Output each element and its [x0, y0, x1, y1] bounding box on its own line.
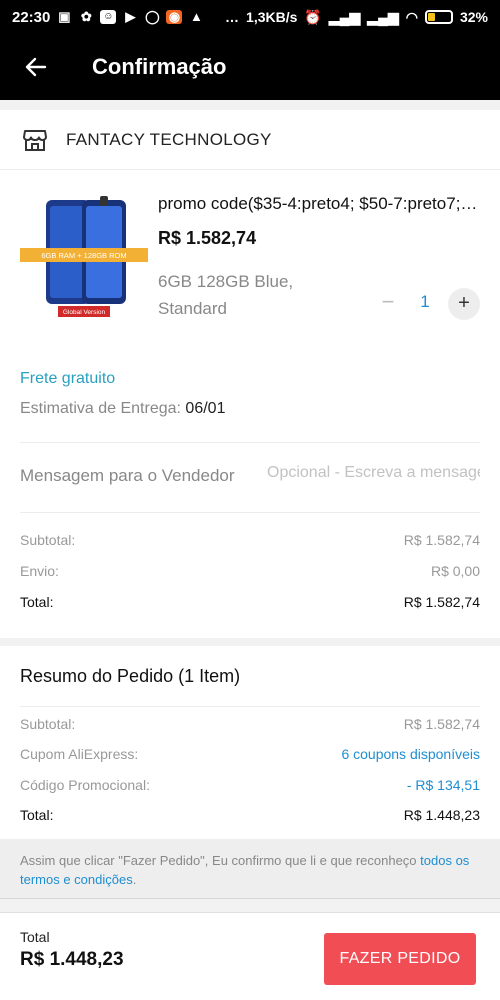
store-total-row: Total: R$ 1.582,74	[20, 594, 480, 610]
summary-coupon-row[interactable]: Cupom AliExpress: 6 coupons disponíveis	[20, 746, 480, 762]
product-price: R$ 1.582,74	[158, 228, 257, 248]
row-label: Código Promocional:	[20, 777, 150, 793]
row-value: R$ 1.448,23	[403, 807, 480, 823]
row-label: Cupom AliExpress:	[20, 746, 139, 762]
alarm-icon: ⏰	[304, 8, 322, 25]
terms-end: .	[132, 872, 137, 887]
promo-code-value[interactable]: - R$ 134,51	[407, 777, 480, 793]
aliexpress-icon: ◉	[166, 10, 183, 24]
more-icon: …	[225, 9, 240, 25]
variant-line-1: 6GB 128GB Blue,	[158, 272, 294, 291]
status-bar: 22:30 ▣ ✿ ☺ ▶ ◯ ◉ ▲ … 1,3KB/s ⏰ ▂▄▆ ▂▄▆ …	[0, 0, 500, 34]
youtube-icon: ▶	[125, 9, 136, 24]
delivery-estimate-label: Estimativa de Entrega:	[20, 400, 186, 417]
checkout-bar: Total R$ 1.448,23 FAZER PEDIDO	[0, 912, 500, 1000]
signal-icon: ▂▄▆	[328, 8, 361, 25]
back-button[interactable]	[0, 34, 72, 100]
store-shipping-row: Envio: R$ 0,00	[20, 563, 480, 579]
summary-total-row: Total: R$ 1.448,23	[20, 807, 480, 823]
variant-line-2: Standard	[158, 299, 227, 318]
page-title: Confirmação	[92, 54, 227, 79]
product-card: 6GB RAM + 128GB ROM Global Version promo…	[0, 170, 500, 638]
row-value: R$ 1.582,74	[403, 716, 480, 732]
product-name[interactable]: promo code($35-4:preto4; $50-7:preto7; .…	[158, 194, 480, 214]
notification-icon: ▣	[58, 9, 71, 24]
bottom-total-label: Total	[20, 929, 50, 945]
terms-text: Assim que clicar "Fazer Pedido", Eu conf…	[20, 853, 421, 868]
app-icon: ✿	[80, 9, 92, 24]
row-value: R$ 1.582,74	[403, 532, 480, 548]
summary-promo-code-row[interactable]: Código Promocional: - R$ 134,51	[20, 777, 480, 793]
store-subtotal-row: Subtotal: R$ 1.582,74	[20, 532, 480, 548]
divider	[20, 442, 480, 443]
row-label: Subtotal:	[20, 532, 76, 548]
order-summary: Resumo do Pedido (1 Item) Subtotal: R$ 1…	[0, 646, 500, 839]
signal-icon-2: ▂▄▆	[367, 8, 399, 25]
network-speed: 1,3KB/s	[246, 9, 298, 25]
product-thumbnail[interactable]: 6GB RAM + 128GB ROM Global Version	[20, 194, 148, 322]
place-order-button[interactable]: FAZER PEDIDO	[324, 933, 476, 985]
row-value: R$ 1.582,74	[403, 594, 480, 610]
store-icon	[23, 129, 47, 151]
thumbnail-footer-text: Global Version	[63, 309, 106, 316]
free-shipping-label[interactable]: Frete gratuito	[20, 370, 115, 388]
status-time: 22:30	[12, 8, 51, 26]
row-label: Total:	[20, 594, 54, 610]
row-value: R$ 0,00	[430, 563, 480, 579]
message-icon: ☺	[100, 10, 117, 24]
bottom-total-value: R$ 1.448,23	[20, 949, 124, 970]
battery-percent: 32%	[459, 9, 488, 25]
row-label: Total:	[20, 807, 54, 823]
quantity-value: 1	[420, 292, 430, 311]
divider	[20, 512, 480, 513]
product-variant: 6GB 128GB Blue, Standard	[158, 268, 358, 322]
seller-message-input[interactable]	[267, 464, 480, 482]
store-name: FANTACY TECHNOLOGY	[66, 129, 272, 149]
warning-icon: ▲	[189, 9, 203, 24]
app-bar: Confirmação	[0, 34, 500, 100]
thumbnail-badge-text: 6GB RAM + 128GB ROM	[41, 251, 126, 260]
whatsapp-icon: ◯	[145, 9, 160, 24]
terms-notice: Assim que clicar "Fazer Pedido", Eu conf…	[0, 839, 500, 899]
row-label: Envio:	[20, 563, 59, 579]
order-summary-heading: Resumo do Pedido (1 Item)	[20, 666, 241, 686]
delivery-estimate: Estimativa de Entrega: 06/01	[20, 400, 225, 418]
store-header[interactable]: FANTACY TECHNOLOGY	[0, 110, 500, 170]
divider	[20, 706, 480, 707]
battery-icon	[424, 10, 453, 24]
delivery-estimate-date: 06/01	[185, 400, 226, 417]
coupons-available-link[interactable]: 6 coupons disponíveis	[341, 746, 480, 762]
row-label: Subtotal:	[20, 716, 76, 732]
wifi-icon: ◠	[405, 8, 418, 25]
decrease-quantity-button[interactable]: −	[373, 288, 403, 318]
increase-quantity-button[interactable]: +	[448, 288, 480, 320]
arrow-left-icon	[25, 57, 47, 77]
summary-subtotal-row: Subtotal: R$ 1.582,74	[20, 716, 480, 732]
seller-message-label: Mensagem para o Vendedor	[20, 466, 235, 485]
